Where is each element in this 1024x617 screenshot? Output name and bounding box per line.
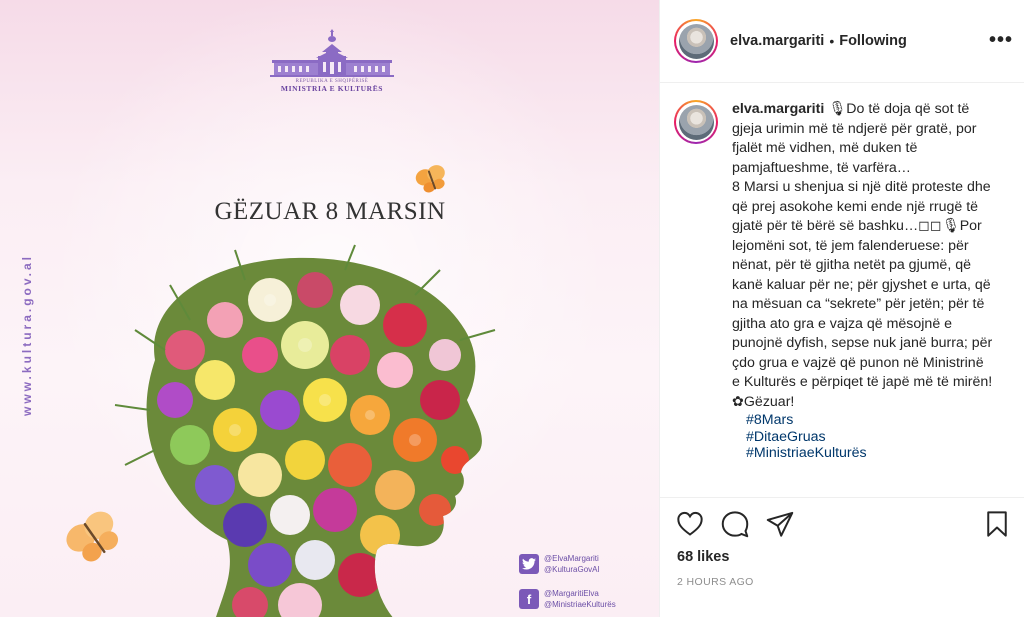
flower-woman-illustration <box>114 244 496 617</box>
caption-text: elva.margariti 🎙Do të doja që sot të gje… <box>732 100 994 412</box>
hashtag-link[interactable]: #DitaeGruas <box>746 429 1009 446</box>
hashtag-list: #8Mars #DitaeGruas #MinistriaeKulturës <box>746 412 1009 462</box>
caption-avatar[interactable] <box>674 100 718 144</box>
more-options-button[interactable]: ••• <box>989 30 1013 50</box>
header-username-link[interactable]: elva.margariti <box>730 33 824 49</box>
ministry-building-icon <box>270 29 394 77</box>
post-timestamp[interactable]: 2 HOURS AGO <box>677 576 754 588</box>
facebook-icon: f <box>519 589 539 609</box>
header-separator: • <box>829 33 835 49</box>
twitter-handle-personal: @ElvaMargariti <box>544 554 599 563</box>
twitter-icon <box>519 554 539 574</box>
post-side-panel: elva.margariti • Following ••• elva.marg… <box>659 0 1024 617</box>
likes-count[interactable]: 68 likes <box>677 549 729 565</box>
twitter-handles: @ElvaMargariti @KulturaGovAl <box>519 553 599 575</box>
butterfly-icon <box>415 165 445 193</box>
post-actions: 68 likes 2 HOURS AGO <box>660 497 1024 617</box>
ministry-logo: REPUBLIKA E SHQIPËRISË MINISTRIA E KULTU… <box>268 28 396 100</box>
facebook-handles: f @MargaritiElva @MinistriaeKulturës <box>519 588 616 610</box>
share-send-icon[interactable] <box>766 510 794 538</box>
post-header: elva.margariti • Following ••• <box>660 0 1024 83</box>
comment-icon[interactable] <box>721 510 749 538</box>
vertical-url: www.kultura.gov.al <box>20 253 34 417</box>
post-image[interactable]: REPUBLIKA E SHQIPËRISË MINISTRIA E KULTU… <box>0 0 659 617</box>
profile-photo <box>678 104 714 140</box>
comments-section[interactable]: elva.margariti 🎙Do të doja që sot të gje… <box>660 84 1024 496</box>
twitter-handle-ministry: @KulturaGovAl <box>544 565 600 574</box>
save-bookmark-icon[interactable] <box>983 510 1011 538</box>
post-headline: GËZUAR 8 MARSIN <box>214 198 446 225</box>
caption-comment: elva.margariti 🎙Do të doja që sot të gje… <box>674 100 1009 412</box>
facebook-handle-ministry: @MinistriaeKulturës <box>544 600 616 609</box>
caption-body: 🎙Do të doja që sot të gjeja urimin më të… <box>732 101 993 410</box>
caption-username-link[interactable]: elva.margariti <box>732 101 824 117</box>
following-button[interactable]: Following <box>839 33 907 49</box>
avatar[interactable] <box>674 19 718 63</box>
hashtag-link[interactable]: #MinistriaeKulturës <box>746 445 1009 462</box>
like-heart-icon[interactable] <box>676 510 704 538</box>
hashtag-link[interactable]: #8Mars <box>746 412 1009 429</box>
profile-photo <box>678 23 714 59</box>
ministry-name: MINISTRIA E KULTURËS <box>280 84 384 93</box>
facebook-handle-personal: @MargaritiElva <box>544 589 599 598</box>
